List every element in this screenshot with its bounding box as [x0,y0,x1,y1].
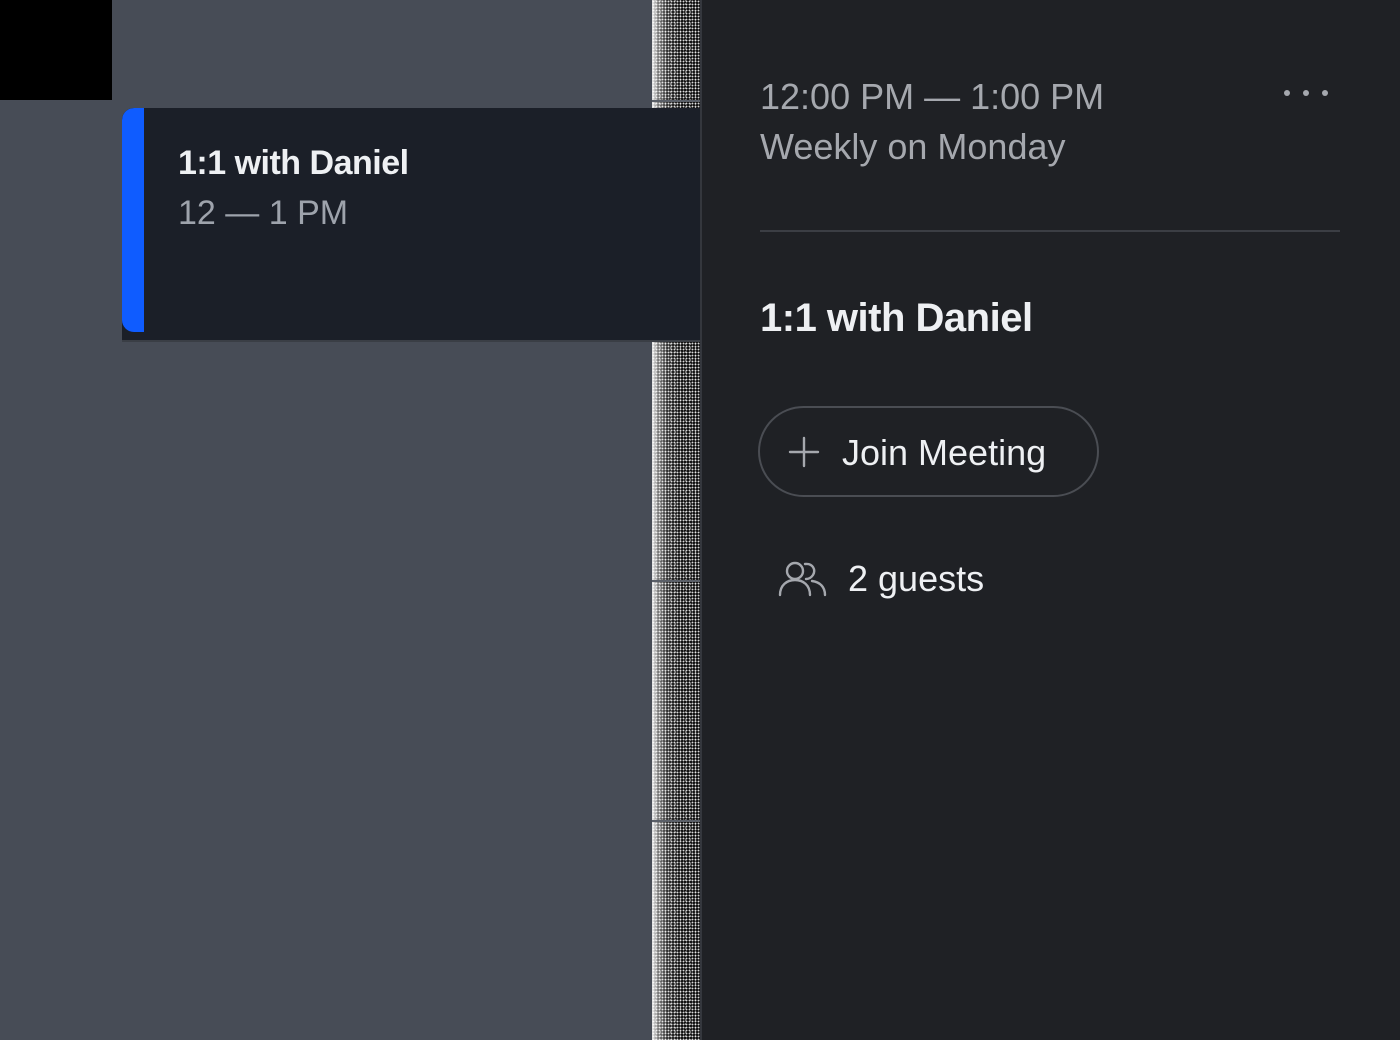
corner-block [0,0,112,100]
guests-count-label: 2 guests [848,558,985,599]
join-meeting-label: Join Meeting [842,432,1047,473]
event-time: 12 — 1 PM [178,194,349,232]
event-recurrence: Weekly on Monday [760,126,1066,167]
divider [760,230,1340,232]
more-options-button[interactable] [1280,78,1332,108]
event-time-range: 12:00 PM — 1:00 PM [760,76,1105,117]
hour-grid-line [652,820,700,822]
more-horizontal-icon [1284,90,1290,96]
hour-grid-line [652,580,700,582]
event-title-heading: 1:1 with Daniel [760,296,1033,340]
hour-grid-line [652,340,700,342]
people-icon [778,561,827,597]
hour-grid-line [652,100,700,102]
more-horizontal-icon-dot [1303,90,1309,96]
event-title: 1:1 with Daniel [178,144,409,182]
plus-icon [788,436,820,468]
event-accent-bar [122,108,146,332]
calendar-event-card[interactable]: 1:1 with Daniel 12 — 1 PM [122,108,700,340]
event-accent-shade [144,108,146,332]
event-detail-panel: 12:00 PM — 1:00 PM Weekly on Monday 1:1 … [700,0,1400,1040]
join-meeting-button[interactable]: Join Meeting [758,406,1099,497]
more-horizontal-icon-dot [1322,90,1328,96]
